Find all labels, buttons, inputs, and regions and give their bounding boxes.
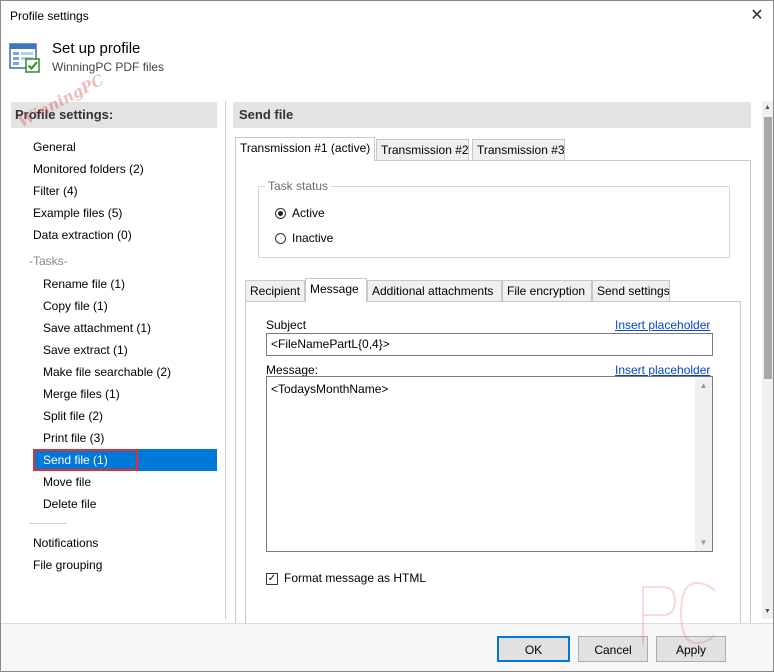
nav-item-notifications[interactable]: Notifications <box>33 532 98 554</box>
tasks-section-label: -Tasks- <box>29 254 68 268</box>
profile-settings-nav: Profile settings: WinningPC General Moni… <box>9 71 219 619</box>
tab-send-settings[interactable]: Send settings <box>592 280 670 301</box>
message-textarea[interactable]: <TodaysMonthName> ▲ ▼ <box>266 376 713 552</box>
message-scrollbar[interactable]: ▲ ▼ <box>695 377 712 551</box>
insert-placeholder-subject-link[interactable]: Insert placeholder <box>615 318 710 332</box>
checkbox-check-icon[interactable]: ✓ <box>266 572 278 585</box>
radio-inactive-indicator[interactable] <box>275 233 286 245</box>
title-bar: Profile settings ✕ <box>1 1 773 32</box>
tab-transmission-1[interactable]: Transmission #1 (active) <box>235 137 375 161</box>
nav-item-file-grouping[interactable]: File grouping <box>33 554 102 576</box>
close-icon[interactable]: ✕ <box>743 3 771 29</box>
message-text: <TodaysMonthName> <box>271 382 389 396</box>
profile-settings-icon <box>9 41 41 73</box>
radio-active[interactable]: Active <box>275 204 325 222</box>
message-label: Message: <box>266 363 319 377</box>
nav-item-example-files[interactable]: Example files (5) <box>33 202 122 224</box>
radio-active-label: Active <box>292 206 325 220</box>
nav-item-save-attachment[interactable]: Save attachment (1) <box>43 317 151 339</box>
scroll-down-icon[interactable]: ▼ <box>695 534 712 551</box>
nav-item-merge-files[interactable]: Merge files (1) <box>43 383 120 405</box>
dialog-header: Set up profile WinningPC PDF files <box>1 33 773 93</box>
tab-additional-attachments[interactable]: Additional attachments <box>367 280 502 301</box>
scrollbar-thumb[interactable] <box>764 117 772 379</box>
tab-message[interactable]: Message <box>305 278 367 302</box>
tab-file-encryption[interactable]: File encryption <box>502 280 592 301</box>
radio-inactive[interactable]: Inactive <box>275 229 333 247</box>
header-subtitle: WinningPC PDF files <box>52 60 165 74</box>
apply-button[interactable]: Apply <box>656 636 726 662</box>
nav-item-rename-file[interactable]: Rename file (1) <box>43 273 125 295</box>
insert-placeholder-message-link[interactable]: Insert placeholder <box>615 363 710 377</box>
nav-item-monitored-folders[interactable]: Monitored folders (2) <box>33 158 144 180</box>
panel-scrollbar[interactable]: ▲ ▼ <box>762 101 773 619</box>
nav-item-split-file[interactable]: Split file (2) <box>43 405 103 427</box>
profile-settings-dialog: Profile settings ✕ Set up profile Winnin… <box>0 0 774 672</box>
format-html-label: Format message as HTML <box>284 571 427 585</box>
task-status-group: Task status Active Inactive <box>258 179 730 258</box>
tab-transmission-2[interactable]: Transmission #2 <box>376 139 469 160</box>
cancel-button[interactable]: Cancel <box>578 636 648 662</box>
format-html-checkbox[interactable]: ✓ Format message as HTML <box>266 570 426 586</box>
nav-item-send-file[interactable]: Send file (1) <box>33 449 217 471</box>
scroll-up-arrow-icon[interactable]: ▲ <box>762 101 773 115</box>
ok-button[interactable]: OK <box>497 636 570 662</box>
subject-label: Subject <box>266 318 307 332</box>
nav-item-filter[interactable]: Filter (4) <box>33 180 78 202</box>
scroll-up-icon[interactable]: ▲ <box>695 377 712 394</box>
nav-item-copy-file[interactable]: Copy file (1) <box>43 295 108 317</box>
panel-title: Send file <box>233 102 751 128</box>
send-file-panel: Send file Transmission #1 (active) Trans… <box>233 101 753 631</box>
nav-item-make-file-searchable[interactable]: Make file searchable (2) <box>43 361 171 383</box>
task-status-legend: Task status <box>265 179 332 193</box>
tab-recipient[interactable]: Recipient <box>245 280 305 301</box>
header-title: Set up profile <box>52 40 141 57</box>
nav-item-print-file[interactable]: Print file (3) <box>43 427 104 449</box>
nav-item-data-extraction[interactable]: Data extraction (0) <box>33 224 132 246</box>
nav-item-move-file[interactable]: Move file <box>43 471 91 493</box>
nav-item-general[interactable]: General <box>33 136 76 158</box>
tab-transmission-3[interactable]: Transmission #3 <box>472 139 565 160</box>
nav-item-delete-file[interactable]: Delete file <box>43 493 96 515</box>
radio-inactive-label: Inactive <box>292 231 334 245</box>
radio-active-indicator[interactable] <box>275 208 286 220</box>
window-title: Profile settings <box>10 9 89 23</box>
scroll-down-arrow-icon[interactable]: ▼ <box>762 605 773 619</box>
nav-title: Profile settings: <box>11 102 217 128</box>
nav-item-save-extract[interactable]: Save extract (1) <box>43 339 128 361</box>
subject-input[interactable]: <FileNamePartL{0,4}> <box>266 333 713 356</box>
tasks-divider <box>29 523 67 524</box>
dialog-footer: OK Cancel Apply <box>1 623 773 671</box>
pane-divider <box>225 101 226 619</box>
